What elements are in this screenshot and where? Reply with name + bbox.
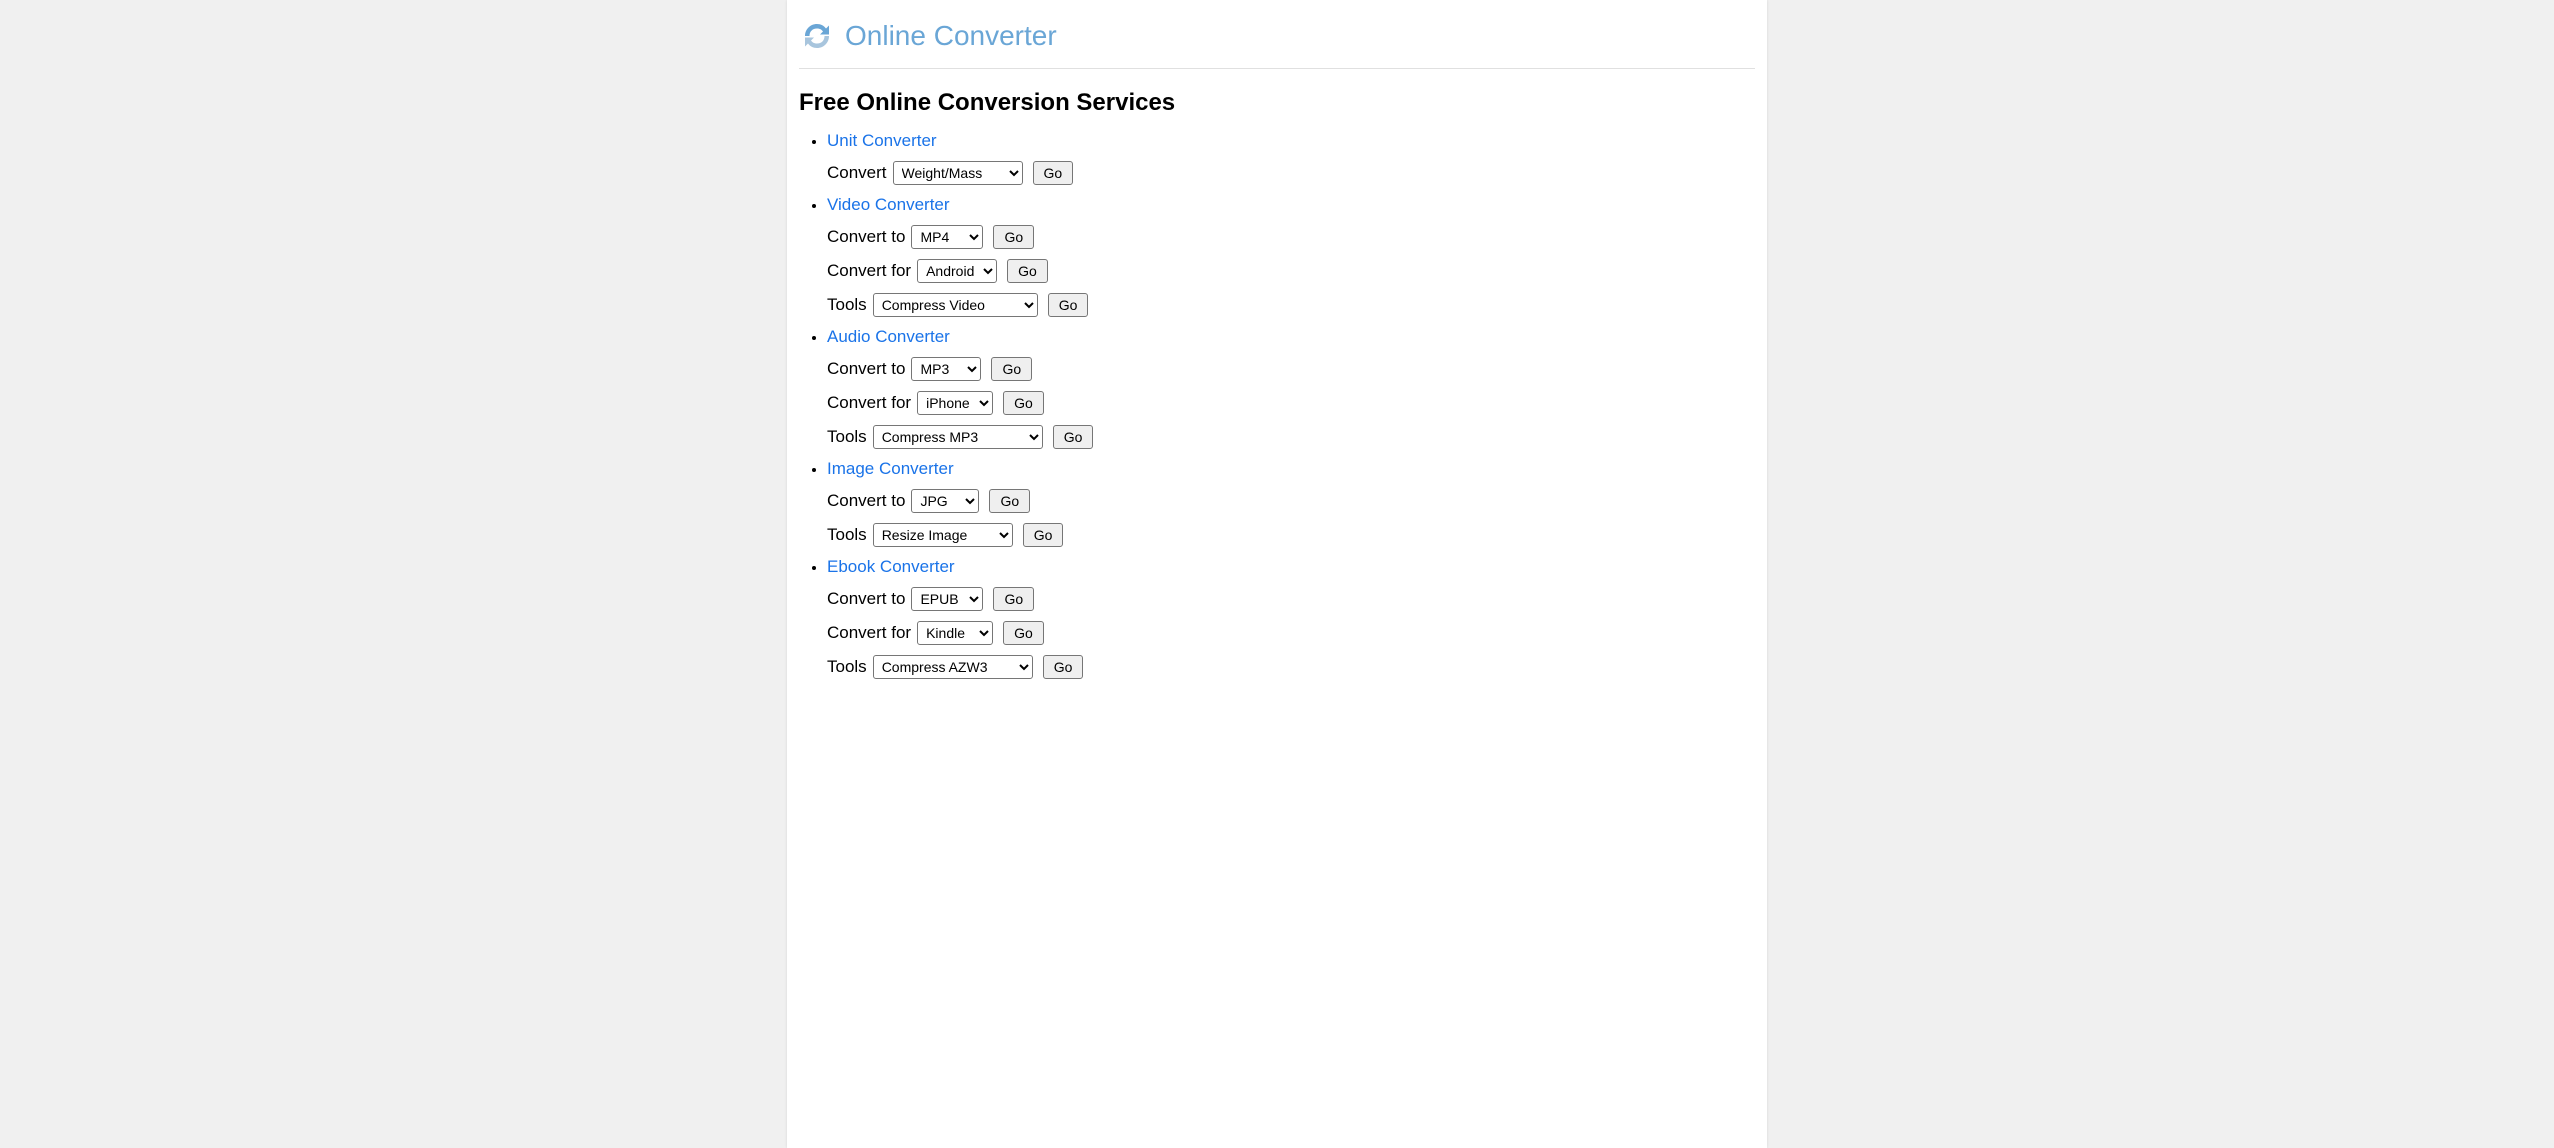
ebook-tools-row: Tools Compress AZW3 Go	[827, 655, 1755, 679]
audio-tools-row: Tools Compress MP3 Go	[827, 425, 1755, 449]
tools-label: Tools	[827, 427, 867, 447]
image-tools-select[interactable]: Resize Image	[873, 523, 1013, 547]
video-converter-item: Video Converter Convert to MP4 Go Conver…	[827, 195, 1755, 317]
convert-to-label: Convert to	[827, 589, 905, 609]
audio-converter-item: Audio Converter Convert to MP3 Go Conver…	[827, 327, 1755, 449]
ebook-convert-for-go-button[interactable]: Go	[1003, 621, 1044, 645]
audio-convert-to-go-button[interactable]: Go	[991, 357, 1032, 381]
tools-label: Tools	[827, 295, 867, 315]
audio-convert-for-go-button[interactable]: Go	[1003, 391, 1044, 415]
audio-convert-to-row: Convert to MP3 Go	[827, 357, 1755, 381]
ebook-convert-to-row: Convert to EPUB Go	[827, 587, 1755, 611]
unit-converter-item: Unit Converter Convert Weight/Mass Go	[827, 131, 1755, 185]
image-converter-item: Image Converter Convert to JPG Go Tools …	[827, 459, 1755, 547]
convert-to-label: Convert to	[827, 491, 905, 511]
convert-to-label: Convert to	[827, 227, 905, 247]
convert-for-label: Convert for	[827, 393, 911, 413]
convert-to-label: Convert to	[827, 359, 905, 379]
video-tools-go-button[interactable]: Go	[1048, 293, 1089, 317]
refresh-logo-icon	[799, 18, 835, 54]
image-tools-row: Tools Resize Image Go	[827, 523, 1755, 547]
main-container: Online Converter Free Online Conversion …	[787, 0, 1767, 1148]
unit-convert-row: Convert Weight/Mass Go	[827, 161, 1755, 185]
audio-converter-link[interactable]: Audio Converter	[827, 327, 950, 346]
video-tools-row: Tools Compress Video Go	[827, 293, 1755, 317]
ebook-converter-item: Ebook Converter Convert to EPUB Go Conve…	[827, 557, 1755, 679]
audio-convert-for-select[interactable]: iPhone	[917, 391, 993, 415]
ebook-tools-select[interactable]: Compress AZW3	[873, 655, 1033, 679]
video-convert-to-select[interactable]: MP4	[911, 225, 983, 249]
video-convert-for-select[interactable]: Android	[917, 259, 997, 283]
video-converter-link[interactable]: Video Converter	[827, 195, 950, 214]
unit-convert-go-button[interactable]: Go	[1033, 161, 1074, 185]
image-converter-link[interactable]: Image Converter	[827, 459, 954, 478]
site-title: Online Converter	[845, 20, 1057, 52]
video-convert-for-row: Convert for Android Go	[827, 259, 1755, 283]
ebook-convert-to-select[interactable]: EPUB	[911, 587, 983, 611]
ebook-tools-go-button[interactable]: Go	[1043, 655, 1084, 679]
unit-converter-link[interactable]: Unit Converter	[827, 131, 937, 150]
ebook-convert-for-row: Convert for Kindle Go	[827, 621, 1755, 645]
convert-label: Convert	[827, 163, 887, 183]
audio-convert-to-select[interactable]: MP3	[911, 357, 981, 381]
image-convert-to-row: Convert to JPG Go	[827, 489, 1755, 513]
image-convert-to-select[interactable]: JPG	[911, 489, 979, 513]
video-convert-to-row: Convert to MP4 Go	[827, 225, 1755, 249]
video-tools-select[interactable]: Compress Video	[873, 293, 1038, 317]
convert-for-label: Convert for	[827, 623, 911, 643]
video-convert-for-go-button[interactable]: Go	[1007, 259, 1048, 283]
ebook-converter-link[interactable]: Ebook Converter	[827, 557, 955, 576]
audio-convert-for-row: Convert for iPhone Go	[827, 391, 1755, 415]
tools-label: Tools	[827, 525, 867, 545]
audio-tools-select[interactable]: Compress MP3	[873, 425, 1043, 449]
image-tools-go-button[interactable]: Go	[1023, 523, 1064, 547]
image-convert-to-go-button[interactable]: Go	[989, 489, 1030, 513]
ebook-convert-for-select[interactable]: Kindle	[917, 621, 993, 645]
header: Online Converter	[799, 8, 1755, 69]
unit-convert-select[interactable]: Weight/Mass	[893, 161, 1023, 185]
page-title: Free Online Conversion Services	[799, 89, 1755, 117]
ebook-convert-to-go-button[interactable]: Go	[993, 587, 1034, 611]
convert-for-label: Convert for	[827, 261, 911, 281]
tools-label: Tools	[827, 657, 867, 677]
conversion-list: Unit Converter Convert Weight/Mass Go Vi…	[799, 131, 1755, 679]
video-convert-to-go-button[interactable]: Go	[993, 225, 1034, 249]
audio-tools-go-button[interactable]: Go	[1053, 425, 1094, 449]
